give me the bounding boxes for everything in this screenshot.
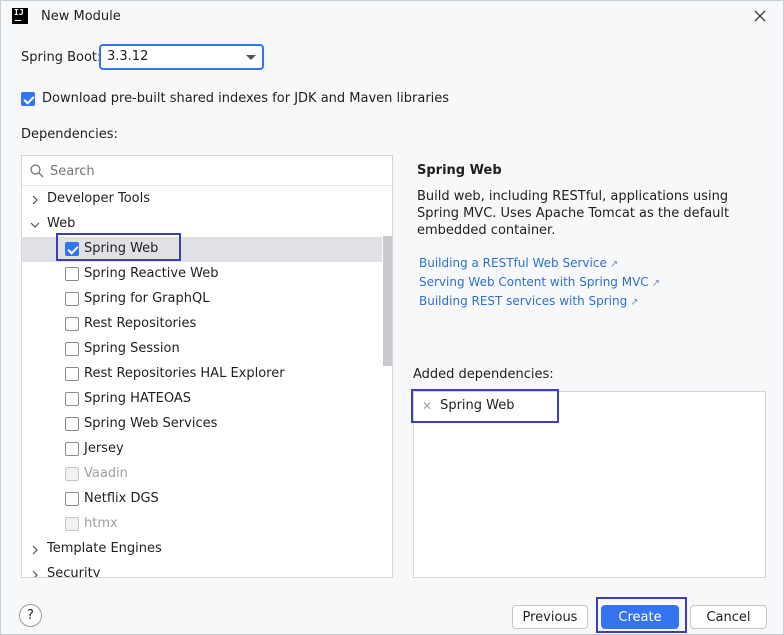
dependencies-tree: Developer Tools Web Spring Web Spring Re… <box>21 155 393 578</box>
previous-button[interactable]: Previous <box>512 605 588 629</box>
dependency-info-description: Build web, including RESTful, applicatio… <box>417 189 730 238</box>
dep-item-spring-web-services[interactable]: Spring Web Services <box>22 412 382 437</box>
dep-label: Rest Repositories <box>84 316 197 331</box>
download-indexes-row[interactable]: Download pre-built shared indexes for JD… <box>21 91 449 106</box>
title-bar: IJ New Module <box>1 1 783 33</box>
guide-link-label: Building a RESTful Web Service <box>419 256 607 270</box>
dep-checkbox[interactable] <box>65 492 79 506</box>
added-dependencies-label: Added dependencies: <box>413 367 554 382</box>
tree-group-developer-tools[interactable]: Developer Tools <box>22 187 382 212</box>
help-icon: ? <box>27 608 34 623</box>
dep-item-rest-repositories-hal-explorer[interactable]: Rest Repositories HAL Explorer <box>22 362 382 387</box>
dep-checkbox[interactable] <box>65 242 79 256</box>
dependencies-label: Dependencies: <box>21 127 118 142</box>
guide-link-serving-web-content[interactable]: Serving Web Content with Spring MVC ↗ <box>419 275 660 289</box>
spring-boot-version-value: 3.3.12 <box>107 49 149 64</box>
dep-item-spring-hateoas[interactable]: Spring HATEOAS <box>22 387 382 412</box>
added-dependency-spring-web: ✕ Spring Web <box>422 398 515 413</box>
download-indexes-label: Download pre-built shared indexes for JD… <box>42 91 450 106</box>
dep-checkbox[interactable] <box>65 317 79 331</box>
tree-group-label: Template Engines <box>47 541 162 556</box>
dep-checkbox <box>65 517 79 531</box>
dep-checkbox[interactable] <box>65 342 79 356</box>
dep-checkbox[interactable] <box>65 267 79 281</box>
dep-item-spring-for-graphql[interactable]: Spring for GraphQL <box>22 287 382 312</box>
dep-item-spring-web[interactable]: Spring Web <box>22 237 382 262</box>
dep-label: Spring HATEOAS <box>84 391 192 406</box>
tree-scrollbar[interactable] <box>383 236 392 366</box>
dep-item-htmx: htmx <box>22 512 382 537</box>
dep-item-rest-repositories[interactable]: Rest Repositories <box>22 312 382 337</box>
previous-label: Previous <box>522 609 578 625</box>
remove-icon[interactable]: ✕ <box>422 399 432 413</box>
spring-boot-version-select[interactable]: 3.3.12 <box>99 44 264 70</box>
create-label: Create <box>618 609 662 625</box>
dep-label: Spring Web Services <box>84 416 218 431</box>
dep-label: Netflix DGS <box>84 491 159 506</box>
search-icon[interactable] <box>29 163 45 179</box>
guide-link-restful[interactable]: Building a RESTful Web Service ↗ <box>419 256 618 270</box>
dep-checkbox[interactable] <box>65 367 79 381</box>
dep-item-jersey[interactable]: Jersey <box>22 437 382 462</box>
cancel-label: Cancel <box>706 609 751 625</box>
dep-checkbox[interactable] <box>65 417 79 431</box>
dep-label: Jersey <box>84 441 124 456</box>
dep-checkbox[interactable] <box>65 292 79 306</box>
dep-item-vaadin: Vaadin <box>22 462 382 487</box>
guide-link-label: Building REST services with Spring <box>419 294 628 308</box>
guide-link-rest-services[interactable]: Building REST services with Spring ↗ <box>419 294 639 308</box>
dep-label: Spring Reactive Web <box>84 266 219 281</box>
dep-label: Vaadin <box>84 466 128 481</box>
dep-label: htmx <box>84 516 118 531</box>
dependency-search <box>22 156 392 186</box>
search-input[interactable] <box>50 161 380 181</box>
dep-checkbox[interactable] <box>65 392 79 406</box>
tree-group-label: Web <box>47 216 76 231</box>
close-icon[interactable] <box>751 7 769 25</box>
dep-item-spring-session[interactable]: Spring Session <box>22 337 382 362</box>
dep-checkbox[interactable] <box>65 442 79 456</box>
dep-label: Rest Repositories HAL Explorer <box>84 366 285 381</box>
dep-checkbox <box>65 467 79 481</box>
cancel-button[interactable]: Cancel <box>690 605 767 629</box>
added-dependency-label: Spring Web <box>440 398 515 413</box>
tree-group-web[interactable]: Web <box>22 212 382 237</box>
download-indexes-checkbox[interactable] <box>21 91 35 106</box>
added-dependencies-list: ✕ Spring Web <box>413 391 766 578</box>
chevron-right-icon[interactable] <box>30 545 40 555</box>
tree-group-security[interactable]: Security <box>22 562 382 578</box>
window-title: New Module <box>41 9 121 24</box>
chevron-right-icon[interactable] <box>30 195 40 205</box>
dep-label: Spring Session <box>84 341 180 356</box>
chevron-right-icon[interactable] <box>30 570 40 578</box>
dep-item-spring-reactive-web[interactable]: Spring Reactive Web <box>22 262 382 287</box>
create-button[interactable]: Create <box>601 605 679 629</box>
tree-group-label: Security <box>47 566 101 578</box>
dependency-info-title: Spring Web <box>417 163 502 178</box>
external-link-icon: ↗ <box>609 259 619 270</box>
help-button[interactable]: ? <box>19 604 42 627</box>
external-link-icon: ↗ <box>630 297 639 308</box>
spring-boot-label: Spring Boot: <box>21 50 102 65</box>
tree-group-label: Developer Tools <box>47 191 151 206</box>
dep-label: Spring for GraphQL <box>84 291 210 306</box>
new-module-dialog: IJ New Module Spring Boot: 3.3.12 Downlo… <box>0 0 784 635</box>
external-link-icon: ↗ <box>651 278 661 289</box>
dep-item-netflix-dgs[interactable]: Netflix DGS <box>22 487 382 512</box>
tree-group-template-engines[interactable]: Template Engines <box>22 537 382 562</box>
chevron-down-icon <box>246 55 256 60</box>
dep-label: Spring Web <box>84 241 159 256</box>
chevron-down-icon[interactable] <box>30 220 40 230</box>
intellij-logo-icon: IJ <box>12 8 28 24</box>
guide-link-label: Serving Web Content with Spring MVC <box>419 275 649 289</box>
